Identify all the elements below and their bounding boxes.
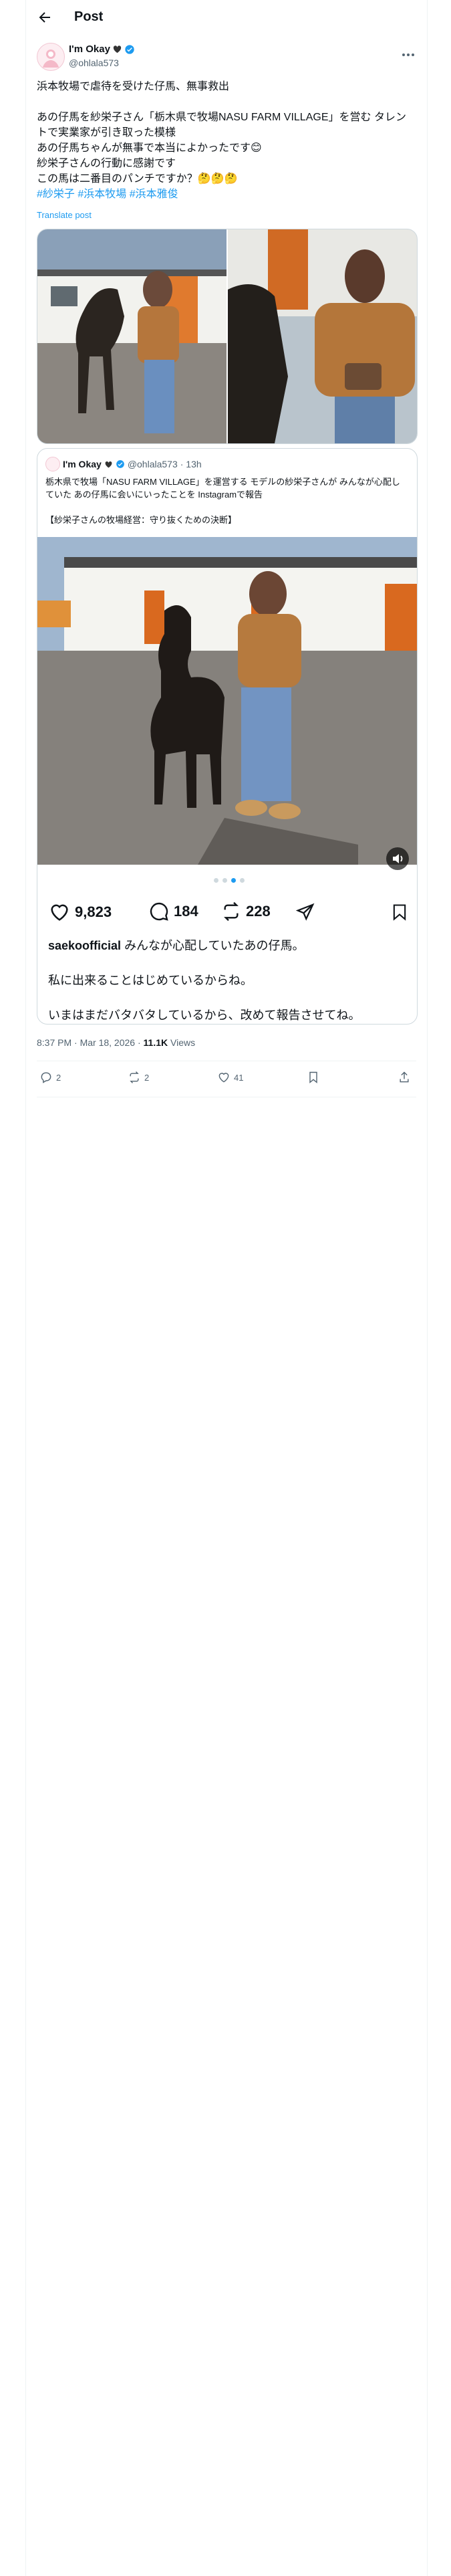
share-send-icon[interactable] — [295, 902, 315, 922]
like-button[interactable]: 41 — [217, 1071, 243, 1084]
more-options-icon[interactable] — [400, 47, 416, 63]
page-title: Post — [74, 9, 104, 24]
share-icon — [400, 1071, 409, 1083]
share-button[interactable] — [398, 1071, 411, 1084]
ig-like-count: 9,823 — [75, 903, 112, 920]
comment-icon — [150, 902, 168, 921]
post-text: 浜本牧場で虐待を受けた仔馬、無事救出 あの仔馬を紗栄子さん「栃木県で牧場NASU… — [37, 79, 416, 202]
quoted-text-line: 【紗栄子さんの牧場経営：守り抜くための決断】 — [45, 515, 237, 525]
post-line: 紗栄子さんの行動に感謝です — [37, 158, 176, 169]
repost-icon — [130, 1071, 139, 1083]
hashtags-link[interactable]: #紗栄子 #浜本牧場 #浜本雅俊 — [37, 187, 416, 202]
repost-count: 2 — [144, 1072, 150, 1083]
back-arrow-icon[interactable] — [37, 9, 53, 25]
author-handle[interactable]: @ohlala573 — [69, 58, 119, 68]
post-author: I'm Okay @ohlala573 — [37, 41, 416, 72]
volume-toggle-icon[interactable] — [386, 847, 409, 870]
like-count: 41 — [234, 1072, 244, 1083]
quoted-author[interactable]: I'm Okay @ohlala573 · 13h — [45, 457, 202, 471]
heart-icon — [218, 1073, 229, 1083]
reply-button[interactable]: 2 — [39, 1071, 61, 1084]
heart-emoji-icon — [113, 45, 122, 53]
carousel-dot[interactable] — [240, 878, 245, 883]
heart-emoji-icon — [105, 461, 112, 467]
post-line — [37, 94, 416, 110]
avatar[interactable] — [37, 43, 65, 71]
author-name-row[interactable]: I'm Okay — [69, 43, 135, 55]
save-bookmark-icon[interactable] — [390, 902, 409, 922]
ig-caption-line: 私に出来ることはじめているからね。 — [48, 974, 253, 987]
quoted-time: · 13h — [180, 459, 202, 469]
ig-comment-stat[interactable]: 184 — [148, 901, 198, 922]
ig-repost-count: 228 — [246, 903, 271, 920]
verified-badge-icon — [116, 460, 124, 468]
carousel-dot[interactable] — [222, 878, 227, 883]
views-label: Views — [168, 1037, 196, 1048]
verified-badge-icon — [125, 44, 134, 54]
translate-post-link[interactable]: Translate post — [37, 210, 92, 220]
post-line: 浜本牧場で虐待を受けた仔馬、無事救出 — [37, 81, 230, 92]
repost-icon — [224, 901, 239, 922]
ig-caption-line: saekoofficial みんなが心配していたあの仔馬。 — [48, 937, 409, 954]
bookmark-button[interactable] — [307, 1071, 320, 1084]
quoted-photo-girl-with-foal[interactable] — [37, 537, 417, 865]
heart-icon — [51, 904, 68, 921]
repost-button[interactable]: 2 — [128, 1071, 149, 1084]
quoted-text: 栃木県で牧場「NASU FARM VILLAGE」を運営する モデルの紗栄子さん… — [45, 475, 406, 526]
ig-caption-text: みんなが心配していたあの仔馬。 — [124, 939, 305, 952]
ig-caption-line: いまはまだバタバタしているから、改めて報告させてね。 — [48, 1008, 361, 1022]
quoted-post[interactable]: I'm Okay @ohlala573 · 13h 栃木県で牧場「NASU FA… — [37, 448, 418, 1025]
quoted-text-line — [45, 501, 406, 514]
ig-like-stat[interactable]: 9,823 — [48, 901, 112, 924]
author-name[interactable]: I'm Okay — [69, 43, 110, 55]
ig-comment-count: 184 — [174, 903, 198, 920]
ig-caption-user[interactable]: saekoofficial — [48, 939, 121, 952]
post-line: あの仔馬ちゃんが無事で本当によかったです😊 — [37, 142, 262, 154]
post-meta: 8:37 PM · Mar 18, 2026 · 11.1K Views — [37, 1037, 195, 1048]
photo-girl-with-foal-1[interactable] — [37, 229, 227, 443]
post-timestamp[interactable]: 8:37 PM · Mar 18, 2026 · — [37, 1037, 144, 1048]
quoted-author-name: I'm Okay — [63, 459, 102, 469]
quoted-avatar — [45, 457, 60, 471]
bookmark-icon — [309, 1071, 317, 1084]
carousel-dots — [214, 878, 245, 883]
photo-girl-with-foal-2[interactable] — [228, 229, 417, 443]
quoted-handle: @ohlala573 — [127, 459, 178, 469]
quoted-text-line: 栃木県で牧場「NASU FARM VILLAGE」を運営する モデルの紗栄子さん… — [45, 477, 400, 500]
carousel-dot-active[interactable] — [231, 878, 236, 883]
ig-caption: saekoofficial みんなが心配していたあの仔馬。 私に出来ることはじめ… — [48, 937, 409, 1024]
post-media[interactable] — [37, 229, 418, 444]
top-bar: Post — [26, 0, 427, 35]
reply-count: 2 — [56, 1072, 61, 1083]
instagram-actions: 9,823 184 228 — [48, 901, 409, 924]
carousel-dot[interactable] — [214, 878, 218, 883]
ig-repost-stat[interactable]: 228 — [220, 901, 271, 922]
post-actions: 2 2 41 — [37, 1069, 416, 1089]
views-count: 11.1K — [143, 1037, 168, 1048]
reply-icon — [41, 1072, 51, 1083]
post-line: この馬は二番目のパンチですか？🤔🤔🤔 — [37, 173, 238, 185]
post-column: Post I'm Okay @ohlala573 浜本牧場で虐待を受けた仔馬、無… — [25, 0, 428, 2576]
post-line: あの仔馬を紗栄子さん「栃木県で牧場NASU FARM VILLAGE」を営む タ… — [37, 112, 406, 138]
